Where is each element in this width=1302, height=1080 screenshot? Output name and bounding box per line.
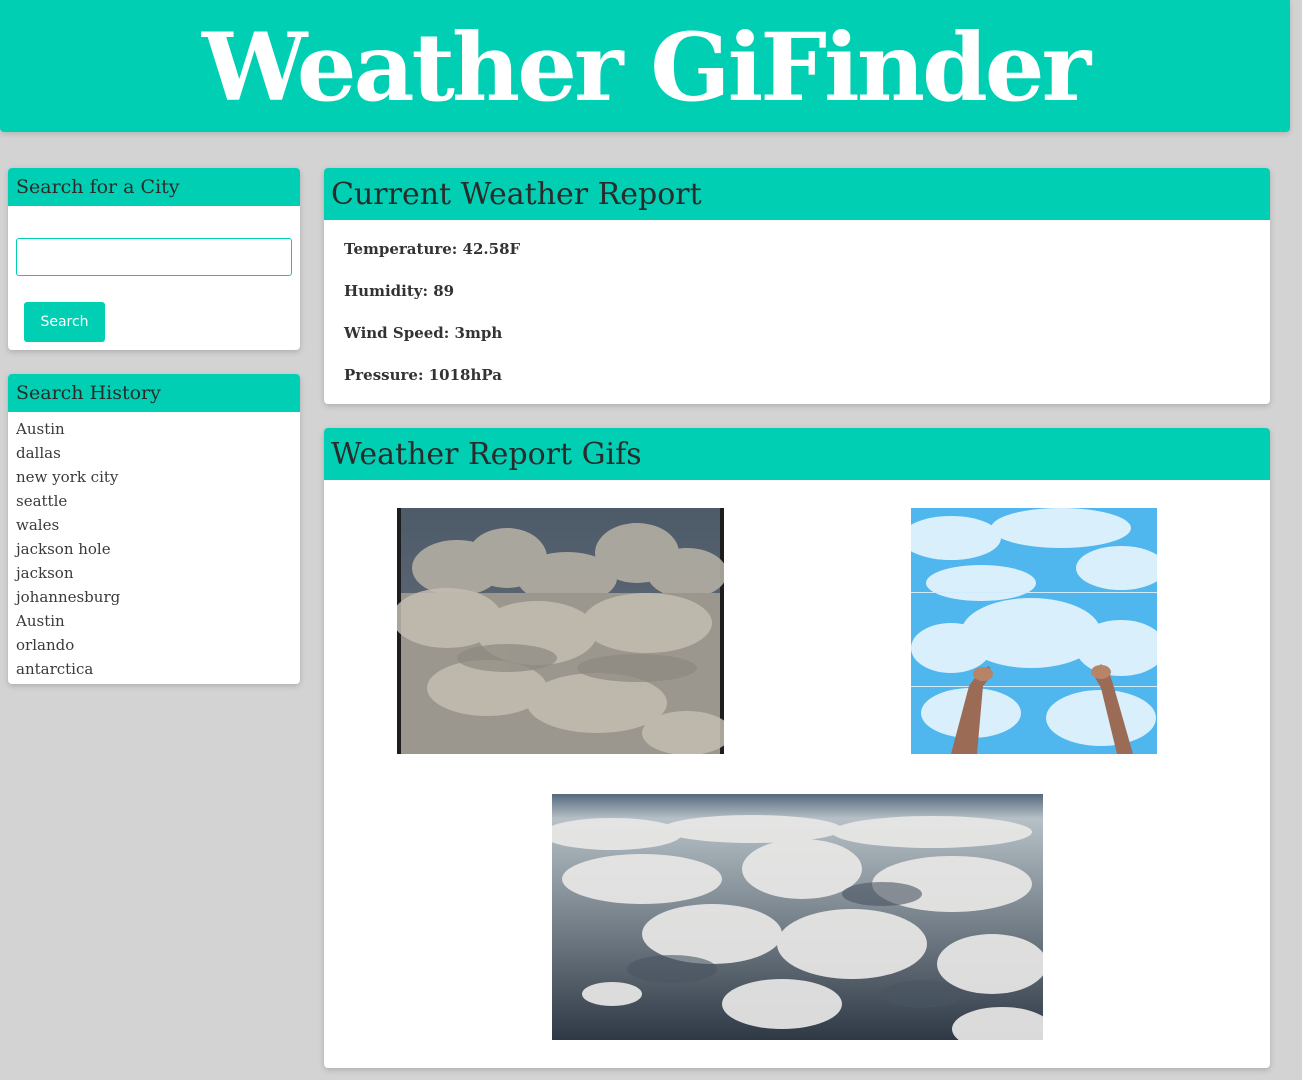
search-panel-title: Search for a City [8, 168, 300, 206]
search-button[interactable]: Search [24, 302, 105, 342]
history-item[interactable]: wales [16, 513, 300, 537]
search-history-list: Austin dallas new york city seattle wale… [8, 412, 300, 681]
search-panel: Search for a City Search [8, 168, 300, 350]
weather-gifs-title: Weather Report Gifs [324, 428, 1270, 480]
temperature-value: Temperature: 42.58F [344, 240, 521, 258]
history-item[interactable]: Austin [16, 609, 300, 633]
pressure-value: Pressure: 1018hPa [344, 366, 502, 384]
history-item[interactable]: seattle [16, 489, 300, 513]
app-title: Weather GiFinder [201, 13, 1091, 123]
history-item[interactable]: dallas [16, 441, 300, 465]
search-history-title: Search History [8, 374, 300, 412]
history-item[interactable]: antarctica [16, 657, 300, 681]
current-weather-title: Current Weather Report [324, 168, 1270, 220]
history-item[interactable]: Austin [16, 417, 300, 441]
history-item[interactable]: johannesburg [16, 585, 300, 609]
weather-gifs-panel: Weather Report Gifs [324, 428, 1270, 1068]
history-item[interactable]: jackson hole [16, 537, 300, 561]
city-search-input[interactable] [16, 238, 292, 276]
wind-speed-value: Wind Speed: 3mph [344, 324, 503, 342]
app-header: Weather GiFinder [0, 0, 1290, 132]
history-item[interactable]: new york city [16, 465, 300, 489]
history-item[interactable]: jackson [16, 561, 300, 585]
current-weather-panel: Current Weather Report Temperature: 42.5… [324, 168, 1270, 404]
weather-gif-clouds-grey [397, 508, 724, 754]
weather-gif-hands-sky [911, 508, 1157, 754]
search-history-panel: Search History Austin dallas new york ci… [8, 374, 300, 684]
humidity-value: Humidity: 89 [344, 282, 455, 300]
history-item[interactable]: orlando [16, 633, 300, 657]
weather-gif-aerial-clouds [552, 794, 1043, 1040]
